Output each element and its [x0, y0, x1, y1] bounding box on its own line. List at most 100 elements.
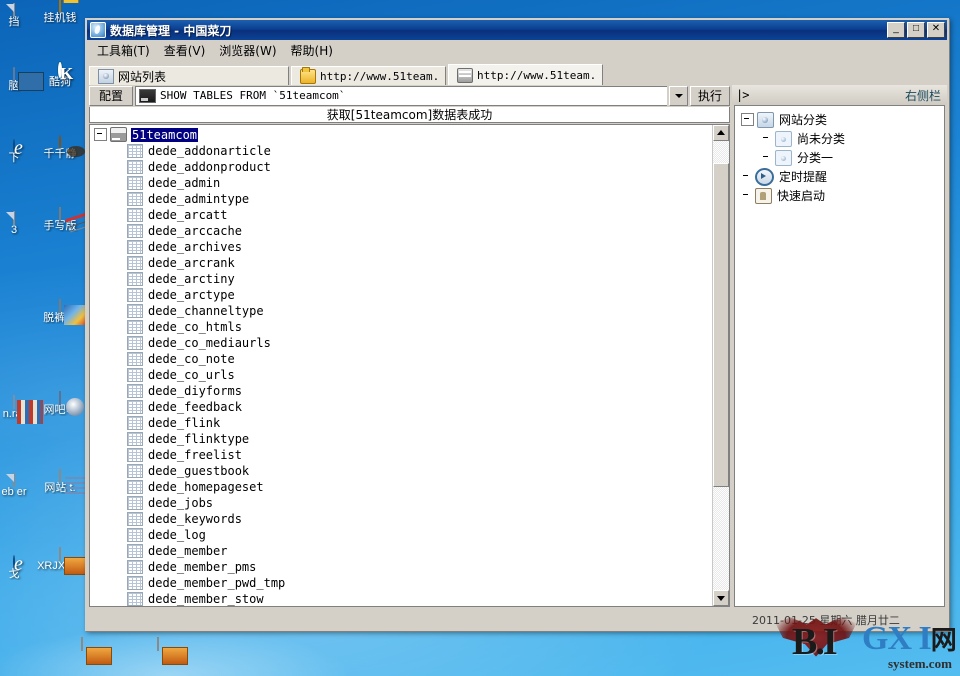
scrollbar-thumb[interactable] [713, 163, 729, 487]
tab-label: http://www.51team.cn/wor... [320, 70, 437, 83]
status-message: 获取[51teamcom]数据表成功 [89, 106, 730, 123]
table-row[interactable]: dede_diyforms [90, 383, 712, 399]
table-name: dede_co_mediaurls [148, 335, 271, 350]
sidebar-item-2[interactable]: 分类一 [735, 148, 944, 167]
desktop-icon-misc-glyph [13, 555, 15, 569]
table-row[interactable]: dede_arctype [90, 287, 712, 303]
server-icon [110, 127, 127, 143]
table-row[interactable]: dede_channeltype [90, 303, 712, 319]
collapse-icon[interactable] [94, 128, 107, 142]
sidebar-item-label: 快速启动 [777, 189, 826, 203]
tab-strip[interactable]: 网站列表 http://www.51team.cn/wor... http://ww… [87, 62, 947, 86]
table-row[interactable]: dede_admin [90, 175, 712, 191]
tab-1[interactable]: http://www.51team.cn/wor... [291, 66, 446, 86]
scrollbar-track[interactable] [713, 140, 729, 590]
globe-icon [757, 111, 774, 128]
sidebar-item-label: 网站分类 [779, 113, 828, 127]
table-row[interactable]: dede_addonarticle [90, 143, 712, 159]
table-row[interactable]: dede_archives [90, 239, 712, 255]
query-dropdown-button[interactable] [669, 86, 688, 106]
tab-2[interactable]: http://www.51team.cn/wor... [448, 64, 603, 86]
collapse-sidebar-icon[interactable]: |> [736, 88, 749, 102]
home-icon [98, 69, 114, 84]
query-toolbar[interactable]: 配置 SHOW TABLES FROM `51teamcom` 执行 [87, 85, 732, 107]
scroll-up-button[interactable] [713, 124, 729, 141]
table-tree-list[interactable]: 51teamcom dede_addonarticle dede_addonprod… [90, 125, 712, 606]
watermark-brand-right: GX I网 [862, 620, 957, 657]
panel-area: 配置 SHOW TABLES FROM `51teamcom` 执行 获取[51… [87, 85, 947, 609]
table-name: dede_guestbook [148, 463, 250, 478]
sidebar-item-0[interactable]: 网站分类 [735, 110, 944, 129]
query-combobox[interactable]: SHOW TABLES FROM `51teamcom` [135, 86, 667, 106]
vertical-scrollbar[interactable] [712, 124, 729, 606]
table-row[interactable]: dede_jobs [90, 495, 712, 511]
desktop-icon-handwrite-glyph [59, 207, 61, 221]
table-row[interactable]: dede_freelist [90, 447, 712, 463]
table-name: dede_flinktype [148, 431, 250, 446]
table-icon [127, 303, 143, 318]
table-row[interactable]: dede_arctiny [90, 271, 712, 287]
terminal-icon [139, 88, 156, 103]
sidebar-item-3[interactable]: 定时提醒 [735, 167, 944, 186]
table-row[interactable]: dede_homepageset [90, 479, 712, 495]
table-icon [127, 591, 143, 606]
table-row[interactable]: dede_arccache [90, 223, 712, 239]
window-titlebar[interactable]: 数据库管理 - 中国菜刀 _ □ ✕ [87, 20, 947, 40]
table-row[interactable]: dede_log [90, 527, 712, 543]
sidebar-item-1[interactable]: 尚未分类 [735, 129, 944, 148]
table-icon [127, 559, 143, 574]
caret-up-icon [717, 130, 725, 136]
table-row[interactable]: dede_co_urls [90, 367, 712, 383]
tab-0[interactable]: 网站列表 [89, 66, 289, 86]
collapse-icon[interactable] [741, 113, 754, 126]
table-row[interactable]: dede_co_htmls [90, 319, 712, 335]
table-name: dede_co_urls [148, 367, 235, 382]
table-row[interactable]: dede_feedback [90, 399, 712, 415]
table-row[interactable]: dede_co_note [90, 351, 712, 367]
desktop-icon-wangba-glyph [59, 391, 61, 405]
tab-label: http://www.51team.cn/wor... [477, 69, 594, 82]
table-icon [127, 287, 143, 302]
right-panel-header[interactable]: |> 右侧栏 [732, 85, 947, 105]
database-manager-window[interactable]: 数据库管理 - 中国菜刀 _ □ ✕ 工具箱(T) 查看(V) 浏览器(W) 帮助(H… [85, 18, 949, 631]
query-input[interactable]: SHOW TABLES FROM `51teamcom` [160, 89, 345, 102]
tree-spacer [741, 171, 752, 182]
table-row[interactable]: dede_addonproduct [90, 159, 712, 175]
table-row[interactable]: dede_member_pms [90, 559, 712, 575]
table-row[interactable]: dede_keywords [90, 511, 712, 527]
scroll-down-button[interactable] [713, 590, 729, 606]
table-row[interactable]: dede_co_mediaurls [90, 335, 712, 351]
table-row[interactable]: dede_flinktype [90, 431, 712, 447]
site-category-tree[interactable]: 网站分类尚未分类 分类一 定时提醒快速启动 [734, 105, 945, 607]
table-row[interactable]: dede_member_pwd_tmp [90, 575, 712, 591]
desktop-icon-guaji-glyph [59, 0, 61, 13]
table-icon [127, 207, 143, 222]
table-row[interactable]: dede_flink [90, 415, 712, 431]
menu-bar[interactable]: 工具箱(T) 查看(V) 浏览器(W) 帮助(H) [87, 40, 947, 62]
sidebar-item-4[interactable]: 快速启动 [735, 186, 944, 205]
table-row[interactable]: dede_member_stow [90, 591, 712, 606]
table-row[interactable]: dede_arcatt [90, 207, 712, 223]
table-name: dede_archives [148, 239, 242, 254]
desktop-icon-zip-b1[interactable] [46, 637, 118, 651]
table-row[interactable]: dede_arcrank [90, 255, 712, 271]
tree-root-row[interactable]: 51teamcom [90, 127, 712, 143]
menu-browser[interactable]: 浏览器(W) [214, 40, 285, 62]
table-row[interactable]: dede_guestbook [90, 463, 712, 479]
menu-toolbox[interactable]: 工具箱(T) [92, 40, 159, 62]
table-row[interactable]: dede_member [90, 543, 712, 559]
table-icon [127, 367, 143, 382]
config-button[interactable]: 配置 [89, 86, 133, 106]
table-name: dede_member_pms [148, 559, 257, 574]
table-row[interactable]: dede_admintype [90, 191, 712, 207]
table-tree-container[interactable]: 51teamcom dede_addonarticle dede_addonprod… [89, 123, 730, 607]
desktop-icon-zip-b2[interactable] [122, 637, 194, 651]
maximize-button[interactable]: □ [907, 22, 925, 38]
menu-view[interactable]: 查看(V) [159, 40, 215, 62]
menu-help[interactable]: 帮助(H) [286, 40, 342, 62]
execute-button[interactable]: 执行 [690, 86, 730, 106]
table-icon [127, 463, 143, 478]
close-button[interactable]: ✕ [927, 22, 945, 38]
desktop-icon-doc-1-glyph [13, 3, 15, 17]
minimize-button[interactable]: _ [887, 22, 905, 38]
